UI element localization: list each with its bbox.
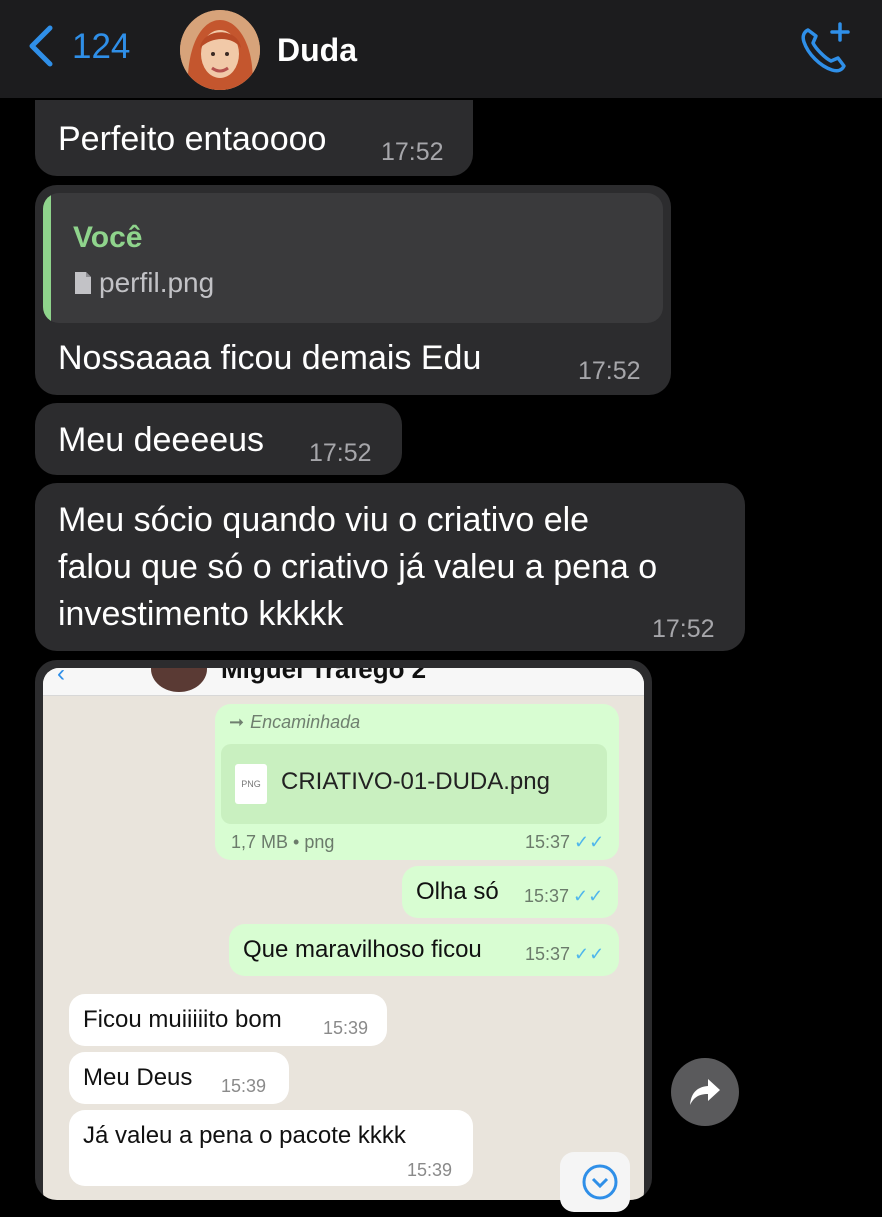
embedded-out-message: Olha só 15:37 ✓✓ <box>402 866 618 918</box>
message-line: investimento kkkkk <box>58 595 344 633</box>
file-name: CRIATIVO-01-DUDA.png <box>281 768 550 795</box>
message-text: Nossaaaa ficou demais Edu <box>58 339 482 377</box>
embedded-screenshot: ‹ Miguel Tráfego 2 ➞ Encaminhada PNG CRI… <box>43 668 644 1200</box>
embedded-avatar <box>151 668 207 692</box>
quote-file-name: perfil.png <box>99 267 215 298</box>
add-call-icon[interactable] <box>798 22 852 76</box>
share-arrow-icon <box>690 1079 720 1105</box>
read-ticks-icon: ✓✓ <box>574 944 605 964</box>
document-icon <box>75 272 91 294</box>
contact-avatar[interactable] <box>180 10 260 90</box>
embedded-out-message: Que maravilhoso ficou 15:37 ✓✓ <box>229 924 619 976</box>
embedded-in-message: Já valeu a pena o pacote kkkk 15:39 <box>69 1110 473 1186</box>
png-file-icon: PNG <box>235 764 267 804</box>
message-bubble[interactable]: Você perfil.png Nossaaaa ficou demais Ed… <box>35 185 671 395</box>
chat-header: 124 Duda <box>0 0 882 98</box>
back-button[interactable]: 124 <box>26 24 130 68</box>
read-ticks-icon: ✓✓ <box>574 832 605 852</box>
unread-count: 124 <box>72 27 131 66</box>
embedded-contact-name: Miguel Tráfego 2 <box>221 668 427 684</box>
forward-arrow-icon: ➞ <box>229 712 245 732</box>
message-bubble[interactable]: Meu sócio quando viu o criativo ele falo… <box>35 483 745 651</box>
message-line: falou que só o criativo já valeu a pena … <box>58 548 658 586</box>
embedded-back-icon: ‹ <box>57 668 65 687</box>
quote-file: perfil.png <box>73 267 214 299</box>
read-ticks-icon: ✓✓ <box>573 886 604 906</box>
message-time: 17:52 <box>309 439 372 467</box>
message-text: Meu deeeeus <box>58 421 265 459</box>
contact-name[interactable]: Duda <box>277 32 357 69</box>
file-meta: 1,7 MB • png <box>231 832 335 852</box>
file-time: 15:37 ✓✓ <box>525 832 605 852</box>
embedded-header: ‹ Miguel Tráfego 2 <box>43 668 644 696</box>
message-bubble[interactable]: Perfeito entaoooo 17:52 <box>35 100 473 176</box>
embedded-in-message: Meu Deus 15:39 <box>69 1052 289 1104</box>
message-time: 17:52 <box>652 615 715 643</box>
quote-author: Você <box>73 221 143 254</box>
chevron-down-icon <box>582 1164 618 1200</box>
forward-button[interactable] <box>671 1058 739 1126</box>
forwarded-label: ➞ Encaminhada <box>229 712 361 732</box>
message-time: 17:52 <box>578 357 641 385</box>
embedded-file-message: ➞ Encaminhada PNG CRIATIVO-01-DUDA.png 1… <box>215 704 619 860</box>
embedded-in-message: Ficou muiiiiito bom 15:39 <box>69 994 387 1046</box>
quoted-message[interactable]: Você perfil.png <box>43 193 663 323</box>
quote-bar <box>43 193 51 323</box>
message-line: Meu sócio quando viu o criativo ele <box>58 501 590 539</box>
scroll-down-button[interactable] <box>560 1152 630 1212</box>
image-message[interactable]: ‹ Miguel Tráfego 2 ➞ Encaminhada PNG CRI… <box>35 660 652 1200</box>
file-card: PNG CRIATIVO-01-DUDA.png <box>221 744 607 824</box>
message-time: 17:52 <box>381 138 444 166</box>
message-text: Perfeito entaoooo <box>58 120 327 158</box>
chevron-left-icon <box>29 25 53 67</box>
message-bubble[interactable]: Meu deeeeus 17:52 <box>35 403 402 475</box>
